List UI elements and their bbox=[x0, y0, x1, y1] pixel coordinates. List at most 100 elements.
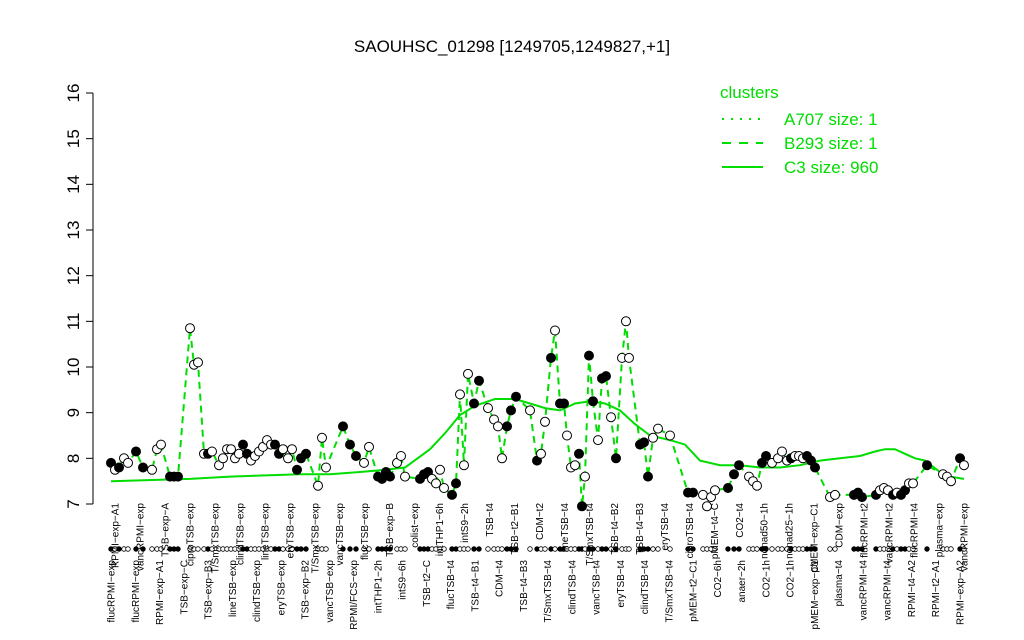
data-point-112 bbox=[710, 485, 720, 496]
data-point-131 bbox=[810, 462, 820, 473]
y-tick-label-10: 10 bbox=[64, 358, 83, 377]
data-points bbox=[106, 316, 969, 512]
legend-title: clusters bbox=[720, 83, 779, 102]
x-label-bottom-19: clindTSB−t4 bbox=[567, 560, 578, 615]
data-point-99 bbox=[621, 316, 631, 327]
data-point-77 bbox=[525, 405, 535, 416]
x-label-bottom-16: CDM−t4 bbox=[495, 560, 506, 597]
rug-mark-40 bbox=[303, 546, 309, 552]
data-point-44 bbox=[338, 421, 348, 432]
data-point-12 bbox=[173, 471, 183, 482]
rug-mark-77 bbox=[527, 546, 533, 552]
x-label-top-23: ciproTSB−t4 bbox=[685, 503, 696, 559]
x-label-bottom-3: TSB−exp−C bbox=[179, 560, 190, 614]
rug-mark-46 bbox=[353, 546, 359, 552]
data-point-90 bbox=[580, 471, 590, 482]
x-label-top-32: flucRPMI−t4 bbox=[910, 503, 921, 558]
data-point-55 bbox=[400, 471, 410, 482]
rug-mark-118 bbox=[754, 546, 760, 552]
rug-mark-73 bbox=[499, 546, 505, 552]
y-tick-label-11: 11 bbox=[64, 313, 83, 331]
data-point-92 bbox=[588, 396, 598, 407]
data-point-103 bbox=[643, 471, 653, 482]
rug-mark-4 bbox=[125, 546, 131, 552]
legend-label-1: B293 size: 1 bbox=[784, 134, 878, 153]
x-label-bottom-29: pMEM−exp−C1 bbox=[810, 560, 821, 630]
x-label-top-10: flucTSB−exp bbox=[360, 503, 371, 560]
data-point-72 bbox=[493, 421, 503, 432]
data-point-102 bbox=[639, 437, 649, 448]
data-point-54 bbox=[396, 451, 406, 461]
data-point-97 bbox=[611, 453, 621, 464]
data-point-150 bbox=[946, 476, 956, 487]
rug-mark-70 bbox=[485, 546, 491, 552]
x-label-top-25: CO2−t4 bbox=[735, 503, 746, 538]
rug-mark-12 bbox=[175, 546, 181, 552]
data-point-70 bbox=[483, 403, 493, 414]
data-point-91 bbox=[584, 350, 594, 361]
data-point-73 bbox=[497, 453, 507, 464]
data-point-65 bbox=[455, 389, 465, 400]
data-point-61 bbox=[435, 464, 445, 475]
x-label-bottom-12: intS9−6h bbox=[398, 560, 409, 600]
x-label-bottom-2: RPMI−exp−A1 bbox=[155, 560, 166, 625]
rug-mark-39 bbox=[298, 546, 304, 552]
data-point-76 bbox=[511, 391, 521, 402]
rug-mark-123 bbox=[779, 546, 785, 552]
rug-mark-95 bbox=[603, 546, 609, 552]
data-point-52 bbox=[385, 471, 395, 482]
data-point-5 bbox=[131, 446, 141, 457]
data-point-4 bbox=[123, 457, 133, 468]
x-label-top-31: vancRPMI−t2 bbox=[885, 503, 896, 564]
data-point-133 bbox=[830, 489, 840, 500]
data-point-38 bbox=[292, 464, 302, 475]
data-point-15 bbox=[193, 357, 203, 368]
x-label-top-27: nonad25−1h bbox=[785, 503, 796, 559]
x-label-bottom-9: vancTSB−exp bbox=[325, 560, 336, 623]
x-label-top-0: RPMI−exp−A1 bbox=[111, 503, 122, 568]
x-label-bottom-26: anaer−2h bbox=[737, 560, 748, 603]
rug-mark-82 bbox=[552, 546, 558, 552]
x-label-bottom-22: clindTSB−t4 bbox=[640, 560, 651, 615]
data-point-114 bbox=[729, 469, 739, 480]
data-point-87 bbox=[570, 460, 580, 471]
rug-mark-113 bbox=[725, 546, 731, 552]
data-point-62 bbox=[439, 483, 449, 493]
x-label-bottom-17: TSB−t4−B3 bbox=[519, 560, 530, 612]
rug-mark-100 bbox=[626, 546, 632, 552]
x-label-top-24: pMEM−t4−C bbox=[710, 503, 721, 559]
data-point-105 bbox=[653, 423, 663, 434]
data-point-6 bbox=[138, 462, 148, 473]
x-label-top-18: lineTSB−t4 bbox=[560, 503, 571, 553]
x-label-top-29: CDM−exp bbox=[835, 503, 846, 548]
x-label-top-2: TSB−exp−A bbox=[160, 503, 171, 557]
x-label-bottom-24: pMEM−t2−C1 bbox=[689, 560, 700, 622]
data-point-48 bbox=[364, 441, 374, 452]
data-point-7 bbox=[147, 464, 157, 475]
rug-mark-114 bbox=[731, 546, 737, 552]
x-label-top-17: CDM−t2 bbox=[535, 503, 546, 540]
data-point-88 bbox=[574, 448, 584, 459]
x-label-bottom-8: TSB−exp−B2 bbox=[301, 560, 312, 620]
rug-mark-7 bbox=[149, 546, 155, 552]
data-point-152 bbox=[959, 460, 969, 471]
cluster-c3-line bbox=[110, 398, 965, 483]
y-tick-label-14: 14 bbox=[64, 175, 83, 194]
data-point-18 bbox=[207, 446, 217, 457]
data-point-68 bbox=[469, 398, 479, 409]
data-point-75 bbox=[506, 405, 516, 416]
data-point-9 bbox=[156, 439, 166, 450]
y-tick-label-8: 8 bbox=[64, 454, 83, 463]
data-point-136 bbox=[857, 492, 867, 503]
rug-mark-104 bbox=[650, 546, 656, 552]
x-label-top-16: TSB−t2−B1 bbox=[510, 503, 521, 555]
data-point-69 bbox=[474, 375, 484, 386]
x-label-bottom-35: RPMI−exp−A2 bbox=[956, 560, 967, 625]
x-label-top-11: TSB−exp−B bbox=[385, 503, 396, 557]
cluster-b293-line bbox=[110, 321, 965, 510]
x-label-bottom-21: eryTSB−t4 bbox=[616, 560, 627, 608]
data-point-33 bbox=[270, 439, 280, 450]
data-point-84 bbox=[559, 398, 569, 409]
x-label-top-7: eryTSB−exp bbox=[285, 503, 296, 559]
data-point-80 bbox=[540, 416, 550, 427]
